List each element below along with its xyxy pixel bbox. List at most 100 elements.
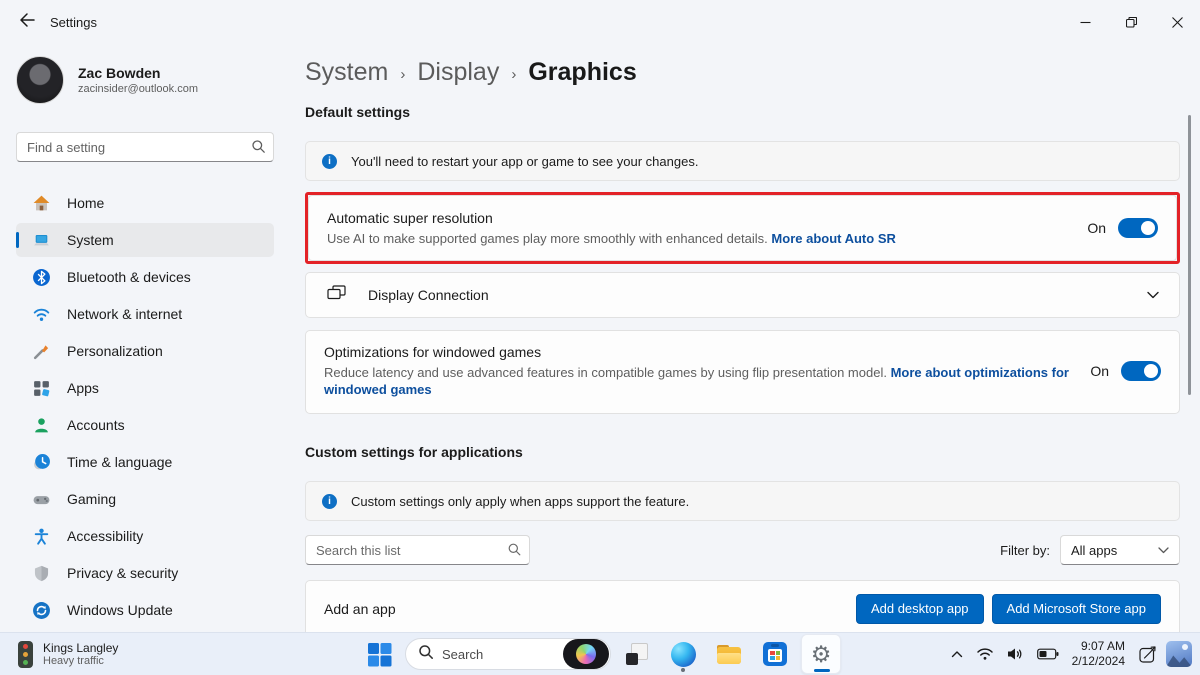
sidebar-item-personalization[interactable]: Personalization [16, 334, 274, 368]
windowed-games-toggle[interactable] [1121, 361, 1161, 381]
speaker-icon [1007, 647, 1024, 661]
minimize-button[interactable] [1062, 0, 1108, 44]
info-icon: i [322, 494, 337, 509]
add-store-app-button[interactable]: Add Microsoft Store app [992, 594, 1161, 624]
gaming-icon [32, 490, 51, 509]
windowed-games-title: Optimizations for windowed games [324, 344, 1082, 360]
back-arrow-icon [19, 12, 35, 33]
volume-tray-button[interactable] [1003, 636, 1028, 672]
taskbar-app-settings-active[interactable]: ⚙ [801, 634, 841, 674]
privacy-icon [32, 564, 51, 583]
user-email: zacinsider@outlook.com [78, 83, 198, 95]
settings-search-input[interactable] [16, 132, 274, 162]
taskbar-search-placeholder: Search [442, 647, 483, 662]
copilot-button[interactable] [563, 639, 609, 669]
auto-sr-learn-more-link[interactable]: More about Auto SR [771, 231, 895, 246]
back-button[interactable] [10, 6, 44, 38]
widgets-button[interactable]: Kings Langley Heavy traffic [10, 633, 126, 675]
notification-pen-button[interactable] [1134, 636, 1161, 672]
personalization-icon [32, 342, 51, 361]
sidebar-item-network[interactable]: Network & internet [16, 297, 274, 331]
taskbar-app-file-explorer[interactable] [709, 634, 749, 674]
system-icon [32, 231, 51, 250]
breadcrumb: System › Display › Graphics [305, 58, 1180, 87]
edge-icon [671, 642, 696, 667]
scrollbar-thumb[interactable] [1188, 115, 1191, 395]
windows-update-icon [32, 601, 51, 620]
breadcrumb-separator: › [511, 66, 516, 83]
sidebar-item-home[interactable]: Home [16, 186, 274, 220]
wifi-icon [976, 647, 994, 661]
add-desktop-app-button[interactable]: Add desktop app [856, 594, 984, 624]
system-tray: 9:07 AM 2/12/2024 [947, 633, 1192, 675]
wifi-tray-button[interactable] [972, 636, 998, 672]
auto-sr-description: Use AI to make supported games play more… [327, 230, 896, 247]
clock-time: 9:07 AM [1072, 639, 1125, 654]
sidebar-item-apps[interactable]: Apps [16, 371, 274, 405]
close-button[interactable] [1154, 0, 1200, 44]
app-list-controls: Filter by: All apps [305, 535, 1180, 565]
app-list-searchbox [305, 535, 530, 565]
pen-notification-icon [1138, 645, 1157, 664]
user-profile[interactable]: Zac Bowden zacinsider@outlook.com [16, 56, 274, 104]
sidebar-nav: Home System Bluetooth & devices Network … [16, 186, 274, 627]
breadcrumb-display[interactable]: Display [417, 58, 499, 87]
start-button[interactable] [359, 634, 399, 674]
auto-sr-setting-card: Automatic super resolution Use AI to mak… [308, 195, 1177, 261]
sidebar-item-time-language[interactable]: Time & language [16, 445, 274, 479]
sidebar-item-system[interactable]: System [16, 223, 274, 257]
taskbar-search-button[interactable]: Search [405, 638, 611, 670]
section-default-settings: Default settings [305, 104, 1180, 120]
sidebar-item-accounts[interactable]: Accounts [16, 408, 274, 442]
filter-dropdown[interactable]: All apps [1060, 535, 1180, 565]
auto-sr-toggle[interactable] [1118, 218, 1158, 238]
filter-dropdown-value: All apps [1071, 543, 1117, 558]
search-icon [507, 542, 522, 562]
app-list-search-input[interactable] [305, 535, 530, 565]
chevron-down-icon [1158, 541, 1169, 559]
dark-square-app-icon [626, 643, 648, 665]
sidebar-item-bluetooth[interactable]: Bluetooth & devices [16, 260, 274, 294]
sidebar: Zac Bowden zacinsider@outlook.com Home S… [0, 44, 290, 632]
gear-icon: ⚙ [811, 643, 832, 666]
accessibility-icon [32, 527, 51, 546]
sidebar-item-privacy[interactable]: Privacy & security [16, 556, 274, 590]
taskbar-app-edge[interactable] [663, 634, 703, 674]
sidebar-item-gaming[interactable]: Gaming [16, 482, 274, 516]
sidebar-item-windows-update[interactable]: Windows Update [16, 593, 274, 627]
bluetooth-icon [32, 268, 51, 287]
restart-info-banner: i You'll need to restart your app or gam… [305, 141, 1180, 181]
auto-sr-title: Automatic super resolution [327, 210, 896, 226]
section-custom-settings: Custom settings for applications [305, 444, 1180, 460]
breadcrumb-system[interactable]: System [305, 58, 388, 87]
photos-tray-thumbnail[interactable] [1166, 641, 1192, 667]
battery-tray-button[interactable] [1033, 636, 1063, 672]
hidden-icons-button[interactable] [947, 636, 967, 672]
breadcrumb-separator: › [400, 66, 405, 83]
annotation-highlight-box: Automatic super resolution Use AI to mak… [305, 192, 1180, 264]
avatar [16, 56, 64, 104]
restore-button[interactable] [1108, 0, 1154, 44]
home-icon [32, 194, 51, 213]
settings-searchbox [16, 132, 274, 162]
info-icon: i [322, 154, 337, 169]
widget-status: Heavy traffic [43, 655, 118, 668]
windowed-games-description: Reduce latency and use advanced features… [324, 364, 1082, 398]
settings-active-indicator [814, 669, 830, 672]
time-language-icon [32, 453, 51, 472]
taskbar-app-dark-square[interactable] [617, 634, 657, 674]
add-app-card: Add an app Add desktop app Add Microsoft… [305, 580, 1180, 637]
sidebar-item-accessibility[interactable]: Accessibility [16, 519, 274, 553]
apps-icon [32, 379, 51, 398]
filter-by-label: Filter by: [1000, 543, 1050, 558]
taskbar-app-store[interactable] [755, 634, 795, 674]
battery-icon [1037, 648, 1059, 660]
display-connection-expander[interactable]: Display Connection [305, 272, 1180, 318]
windowed-games-state-label: On [1090, 363, 1109, 379]
user-name: Zac Bowden [78, 65, 198, 81]
taskbar-center: Search ⚙ [359, 633, 841, 675]
clock[interactable]: 9:07 AM 2/12/2024 [1068, 639, 1129, 669]
edge-running-indicator [681, 668, 685, 672]
search-icon [418, 644, 434, 665]
network-icon [32, 305, 51, 324]
